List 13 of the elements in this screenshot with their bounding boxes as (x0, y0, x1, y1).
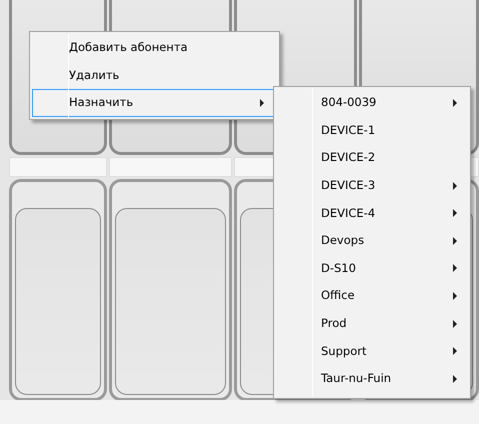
menu-item[interactable]: 804-0039 (276, 89, 468, 117)
menu-item[interactable]: DEVICE-2 (276, 144, 468, 172)
menu-item[interactable]: Prod (276, 310, 468, 338)
menu-item[interactable]: Добавить абонента (32, 34, 277, 62)
menu-item[interactable]: Devops (276, 226, 468, 255)
menu-item[interactable]: DEVICE-3 (276, 172, 468, 200)
menu-item[interactable]: Удалить (32, 62, 277, 90)
menu-item[interactable]: Office (276, 282, 468, 310)
menu-item[interactable]: Support (276, 337, 468, 365)
menu-item[interactable]: Taur-nu-Fuin (276, 364, 468, 393)
menu-item[interactable]: D-S10 (276, 254, 468, 282)
menu-item[interactable]: DEVICE-1 (276, 116, 468, 144)
menu-item[interactable]: DEVICE-4 (276, 199, 468, 227)
